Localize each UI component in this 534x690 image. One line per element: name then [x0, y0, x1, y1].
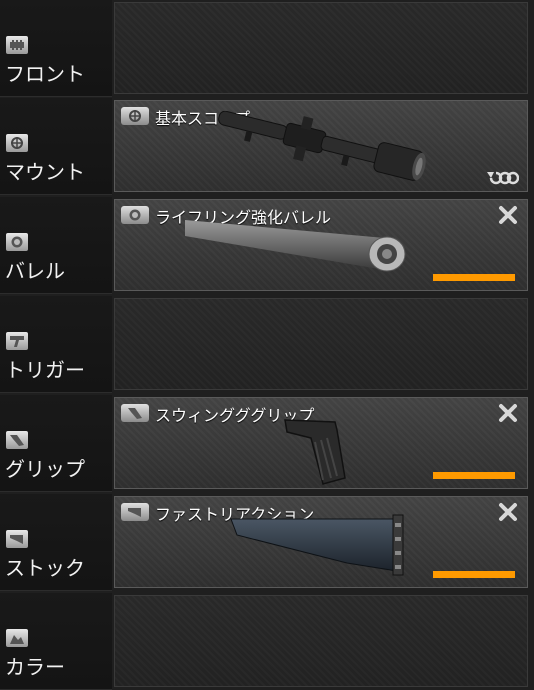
slot-mount[interactable]: 基本スコープ	[114, 100, 528, 192]
row-color: カラー	[0, 593, 534, 690]
rifle-scope-image	[218, 111, 426, 181]
row-mount: マウント 基本スコープ	[0, 98, 534, 195]
row-label-color: カラー	[0, 593, 112, 690]
row-front: フロント	[0, 0, 534, 97]
row-label-barrel: バレル	[0, 197, 112, 294]
row-label-text: ストック	[5, 556, 85, 580]
pistol-grip-image	[284, 419, 346, 485]
crosshair-icon	[6, 134, 28, 152]
row-label-front: フロント	[0, 0, 112, 97]
row-label-trigger: トリガー	[0, 296, 112, 393]
trigger-icon	[6, 332, 28, 350]
slot-color-empty[interactable]	[114, 595, 528, 687]
durability-bar	[433, 274, 515, 281]
stock-icon	[6, 530, 28, 548]
loop-icon[interactable]	[485, 169, 519, 187]
front-rail-icon	[6, 36, 28, 54]
color-icon	[6, 629, 28, 647]
durability-fill	[433, 571, 515, 578]
crosshair-icon	[121, 107, 149, 125]
row-grip: グリップ スウィングググリップ	[0, 395, 534, 492]
row-trigger: トリガー	[0, 296, 534, 393]
barrel-image	[185, 220, 406, 272]
row-stock: ストック ファストリアクション	[0, 494, 534, 591]
slot-front-empty[interactable]	[114, 2, 528, 94]
stock-icon	[121, 503, 149, 521]
grip-icon	[121, 404, 149, 422]
close-icon[interactable]	[497, 204, 519, 226]
row-label-text: カラー	[5, 655, 65, 679]
barrel-ring-icon	[121, 206, 149, 224]
durability-fill	[433, 472, 515, 479]
row-label-text: フロント	[5, 62, 85, 86]
grip-icon	[6, 431, 28, 449]
row-label-stock: ストック	[0, 494, 112, 591]
row-barrel: バレル ライフリング強化バレル	[0, 197, 534, 294]
row-label-text: マウント	[5, 160, 85, 184]
row-label-mount: マウント	[0, 98, 112, 195]
barrel-ring-icon	[6, 233, 28, 251]
slot-grip[interactable]: スウィングググリップ	[114, 397, 528, 489]
durability-fill	[433, 274, 515, 281]
attachment-panel: フロント マウント 基本スコープ バレル ライフリング強化バレル トリガー グリ…	[0, 0, 534, 690]
slot-barrel[interactable]: ライフリング強化バレル	[114, 199, 528, 291]
row-label-text: グリップ	[5, 457, 85, 481]
close-icon[interactable]	[497, 501, 519, 523]
row-label-text: バレル	[5, 259, 65, 283]
close-icon[interactable]	[497, 402, 519, 424]
row-label-text: トリガー	[5, 358, 85, 382]
slot-stock[interactable]: ファストリアクション	[114, 496, 528, 588]
durability-bar	[433, 571, 515, 578]
row-label-grip: グリップ	[0, 395, 112, 492]
durability-bar	[433, 472, 515, 479]
rifle-stock-image	[230, 514, 404, 576]
slot-trigger-empty[interactable]	[114, 298, 528, 390]
